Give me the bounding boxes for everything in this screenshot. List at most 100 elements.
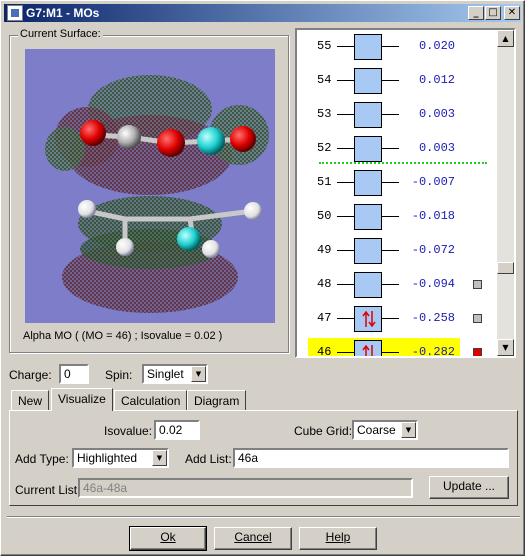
- update-button[interactable]: Update ...: [429, 476, 509, 499]
- orbital-box[interactable]: [354, 238, 382, 264]
- mo-row[interactable]: 55 0.020: [297, 32, 495, 62]
- ok-button[interactable]: Ok: [129, 526, 207, 551]
- window-title: G7:M1 - MOs: [26, 6, 100, 20]
- tab-new[interactable]: New: [11, 390, 50, 410]
- orbital-box[interactable]: [354, 272, 382, 298]
- molecular-orbital-render: [45, 75, 269, 313]
- charge-field[interactable]: 0: [59, 364, 89, 384]
- occupied-orbital-box[interactable]: [354, 340, 382, 356]
- current-list-field: 46a-48a: [78, 478, 413, 498]
- cube-grid-value: Coarse: [357, 423, 396, 437]
- mo-energy: 0.020: [418, 39, 455, 53]
- help-button[interactable]: Help: [299, 527, 377, 550]
- add-type-value: Highlighted: [77, 451, 138, 465]
- level-line: [337, 80, 354, 81]
- add-type-label: Add Type:: [15, 452, 69, 466]
- spin-label: Spin:: [105, 368, 133, 382]
- tab-new-label: New: [18, 394, 43, 408]
- occupied-orbital-box[interactable]: [354, 306, 382, 332]
- listed-marker-icon[interactable]: [473, 280, 482, 289]
- orbital-box[interactable]: [354, 34, 382, 60]
- mo-energy: -0.072: [411, 243, 455, 257]
- mo-row[interactable]: 49 -0.072: [297, 236, 495, 266]
- level-line: [337, 148, 354, 149]
- cancel-button[interactable]: Cancel: [214, 527, 292, 550]
- mo-number: 55: [317, 39, 332, 53]
- close-button[interactable]: ✕: [504, 6, 520, 20]
- mo-row[interactable]: 47 -0.258: [297, 304, 495, 334]
- tab-visualize[interactable]: Visualize: [51, 388, 113, 411]
- mo-number: 47: [317, 311, 332, 325]
- mo-energy: -0.007: [411, 175, 455, 189]
- tab-diagram-label: Diagram: [194, 394, 240, 408]
- level-line: [337, 284, 354, 285]
- cube-grid-label: Cube Grid:: [294, 424, 353, 438]
- level-line: [337, 318, 354, 319]
- surface-viewer[interactable]: [25, 49, 275, 323]
- mo-number: 53: [317, 107, 332, 121]
- mo-row[interactable]: 53 0.003: [297, 100, 495, 130]
- chevron-down-icon[interactable]: ▼: [401, 422, 416, 438]
- orbital-box[interactable]: [354, 68, 382, 94]
- mo-number: 51: [317, 175, 332, 189]
- charge-label: Charge:: [9, 368, 52, 382]
- add-list-field[interactable]: 46a: [233, 448, 509, 468]
- listed-marker-icon[interactable]: [473, 314, 482, 323]
- spin-select[interactable]: Singlet ▼: [142, 364, 208, 384]
- level-line: [337, 250, 354, 251]
- selected-marker-icon[interactable]: [473, 348, 482, 356]
- mo-list[interactable]: 55 0.020 54 0.012 53 0.003 52 0.003 51 -0.007 50 -0…: [297, 30, 495, 358]
- chevron-down-icon[interactable]: ▼: [191, 366, 206, 382]
- mo-energy: 0.003: [418, 141, 455, 155]
- scroll-down-icon[interactable]: ▼: [497, 339, 514, 356]
- isovalue-field[interactable]: 0.02: [154, 420, 200, 440]
- mo-energy: -0.258: [411, 311, 455, 325]
- title-bar[interactable]: G7:M1 - MOs _ □ ✕: [4, 4, 521, 22]
- mo-energy: -0.018: [411, 209, 455, 223]
- scroll-up-icon[interactable]: ▲: [497, 30, 514, 47]
- mo-energy: -0.282: [411, 345, 455, 358]
- tab-visualize-label: Visualize: [58, 392, 106, 406]
- spin-select-value: Singlet: [147, 367, 184, 381]
- mo-row[interactable]: 52 0.003: [297, 134, 495, 164]
- mo-number: 50: [317, 209, 332, 223]
- level-line: [337, 216, 354, 217]
- cube-grid-select[interactable]: Coarse ▼: [352, 420, 418, 440]
- spin-pair-icon: [362, 344, 375, 356]
- mo-number: 49: [317, 243, 332, 257]
- scroll-thumb[interactable]: [497, 262, 514, 274]
- mo-row[interactable]: 51 -0.007: [297, 168, 495, 198]
- mo-list-panel[interactable]: 55 0.020 54 0.012 53 0.003 52 0.003 51 -0.007 50 -0…: [295, 28, 516, 358]
- orbital-box[interactable]: [354, 102, 382, 128]
- add-list-label: Add List:: [185, 452, 232, 466]
- minimize-button[interactable]: _: [468, 6, 484, 20]
- mo-row[interactable]: 46 -0.282: [297, 338, 495, 358]
- tab-calculation-label: Calculation: [121, 394, 181, 408]
- app-icon: [7, 5, 23, 21]
- mo-row[interactable]: 54 0.012: [297, 66, 495, 96]
- orbital-box[interactable]: [354, 204, 382, 230]
- level-line: [337, 114, 354, 115]
- level-line: [337, 182, 354, 183]
- mo-row[interactable]: 50 -0.018: [297, 202, 495, 232]
- ok-button-label: Ok: [160, 530, 176, 544]
- maximize-button[interactable]: □: [485, 6, 501, 20]
- current-list-label: Current List:: [15, 483, 81, 497]
- mo-list-scrollbar[interactable]: ▲ ▼: [497, 30, 514, 356]
- orbital-box[interactable]: [354, 136, 382, 162]
- isovalue-label: Isovalue:: [104, 424, 153, 438]
- tab-calculation[interactable]: Calculation: [114, 390, 188, 410]
- mo-row[interactable]: 48 -0.094: [297, 270, 495, 300]
- mos-window: G7:M1 - MOs _ □ ✕ Current Surface: Alpha…: [0, 0, 525, 556]
- separator: [7, 516, 520, 518]
- orbital-box[interactable]: [354, 170, 382, 196]
- mo-energy: 0.003: [418, 107, 455, 121]
- help-button-label: Help: [325, 530, 351, 544]
- add-type-select[interactable]: Highlighted ▼: [72, 448, 169, 468]
- level-line: [337, 352, 354, 353]
- level-line: [337, 46, 354, 47]
- tab-diagram[interactable]: Diagram: [187, 390, 247, 410]
- mo-energy: 0.012: [418, 73, 455, 87]
- chevron-down-icon[interactable]: ▼: [152, 450, 167, 466]
- homo-lumo-separator: [319, 162, 487, 164]
